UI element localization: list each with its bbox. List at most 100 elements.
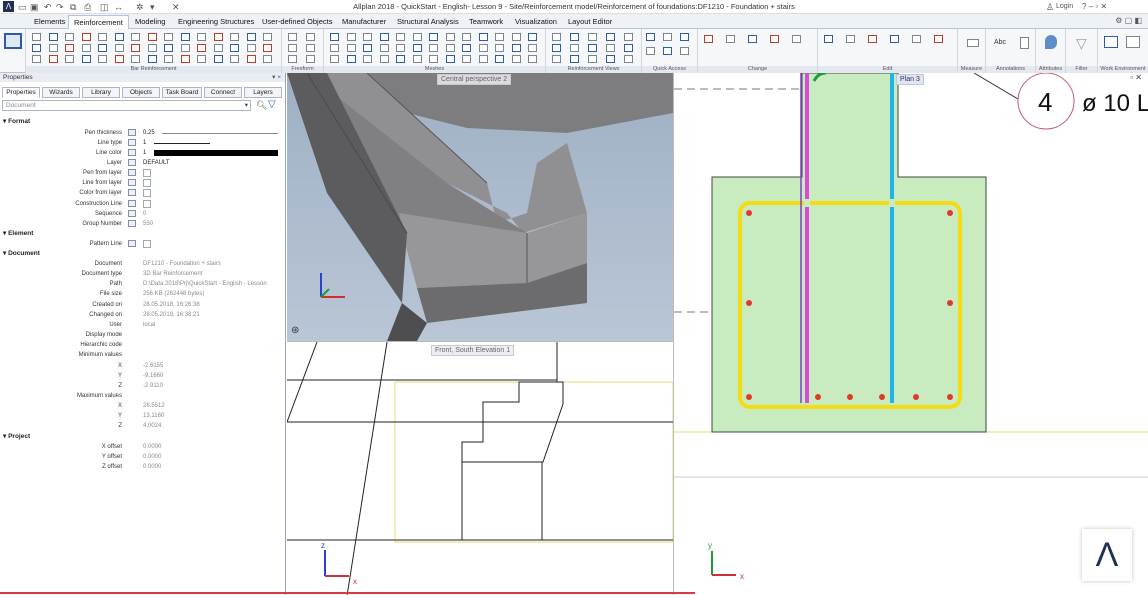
property-row[interactable]: Line color 1 [0, 148, 284, 158]
property-row[interactable]: Document type 3D Bar Reinforcement [0, 269, 284, 279]
tab-user-defined-objects[interactable]: User-defined Objects [257, 15, 337, 29]
property-row[interactable]: Layer DEFAULT [0, 158, 284, 168]
property-row[interactable]: Pattern Line [0, 239, 284, 249]
ribbon-tool-icon[interactable] [462, 33, 471, 41]
ribbon-tool-icon[interactable] [81, 44, 91, 52]
property-row[interactable]: User local [0, 320, 284, 330]
ribbon-tool-icon[interactable] [495, 44, 504, 52]
ribbon-tool-icon[interactable] [346, 33, 356, 41]
chevron-down-icon[interactable]: ▾ [245, 101, 248, 111]
ribbon-tool-icon[interactable] [770, 35, 779, 43]
tab-modeling[interactable]: Modeling [130, 15, 170, 29]
section-format[interactable]: ▾ Format [3, 117, 30, 125]
navigation-icon[interactable]: ⊛ [291, 325, 299, 336]
property-row[interactable]: Path D:\Data 2018\Prj\QuickStart - Englis… [0, 279, 284, 289]
rebar-dot[interactable] [947, 210, 953, 216]
ribbon-tool-icon[interactable] [213, 33, 223, 41]
property-value[interactable]: 0.25 [143, 128, 155, 138]
property-row[interactable]: Z -2.9110 [0, 381, 284, 391]
viewport-perspective[interactable]: Central perspective 2 ⊛ [287, 73, 673, 341]
ribbon-tool-icon[interactable] [230, 33, 239, 41]
property-icon[interactable] [128, 169, 136, 177]
ribbon-tool-icon[interactable] [346, 44, 356, 52]
panel-close-button[interactable]: ▾ × [272, 73, 281, 82]
property-value[interactable]: 0.0000 [143, 452, 161, 462]
ribbon-tool-icon[interactable] [147, 55, 157, 63]
ribbon-tool-icon[interactable] [792, 35, 801, 43]
ribbon-tool-icon[interactable] [197, 44, 206, 52]
ribbon-tool-icon[interactable] [552, 33, 561, 41]
ribbon-tool-icon[interactable] [624, 44, 633, 52]
ribbon-tool-icon[interactable] [412, 44, 422, 52]
tab-properties[interactable]: Properties [2, 87, 40, 98]
ribbon-tool-icon[interactable] [663, 47, 672, 55]
ribbon-tool-icon[interactable] [624, 33, 633, 41]
ribbon-tool-icon[interactable] [114, 55, 124, 63]
ribbon-tool-icon[interactable] [263, 33, 272, 41]
ribbon-tool-icon[interactable] [680, 33, 689, 41]
ribbon-tool-icon[interactable] [934, 35, 943, 43]
tab-layout-editor[interactable]: Layout Editor [563, 15, 617, 29]
property-icon[interactable] [128, 199, 136, 207]
property-row[interactable]: Hierarchic code [0, 340, 284, 350]
property-value[interactable]: 550 [143, 219, 153, 229]
ribbon-tool-icon[interactable] [306, 55, 315, 63]
ribbon-tool-icon[interactable] [32, 55, 41, 63]
rebar-dot[interactable] [847, 394, 853, 400]
ribbon-tool-icon[interactable] [462, 44, 471, 52]
ribbon-tool-icon[interactable] [552, 44, 561, 52]
property-icon[interactable] [128, 240, 136, 247]
property-row[interactable]: Color from layer [0, 188, 284, 198]
checkbox[interactable] [143, 189, 151, 198]
ribbon-tool-icon[interactable] [726, 35, 735, 43]
tab-wizards[interactable]: Wizards [42, 87, 80, 98]
property-value[interactable]: 1 [143, 148, 146, 158]
property-row[interactable]: X -2.6155 [0, 361, 284, 371]
ribbon-tool-icon[interactable] [890, 35, 899, 43]
tab-library[interactable]: Library [82, 87, 120, 98]
property-icon[interactable] [128, 148, 136, 156]
ribbon-tool-icon[interactable] [197, 55, 206, 63]
property-icon[interactable] [128, 138, 136, 146]
ribbon-tool-icon[interactable] [288, 44, 297, 52]
ribbon-tool-icon[interactable] [213, 44, 223, 52]
tab-connect[interactable]: Connect [204, 87, 242, 98]
ribbon-tool-icon[interactable] [363, 44, 372, 52]
property-row[interactable]: Display mode [0, 330, 284, 340]
ribbon-tool-icon[interactable] [213, 55, 223, 63]
property-row[interactable]: Document DF1210 - Foundation + stairs [0, 259, 284, 269]
ribbon-tool-icon[interactable] [379, 44, 389, 52]
property-value[interactable]: 26.5512 [143, 401, 165, 411]
property-icon[interactable] [128, 158, 136, 166]
checkbox[interactable] [143, 179, 151, 188]
line-color-swatch[interactable] [154, 149, 278, 156]
ribbon-tool-icon[interactable] [606, 33, 615, 41]
tab-reinforcement[interactable]: Reinforcement [68, 15, 129, 29]
ribbon-tool-icon[interactable] [570, 44, 579, 52]
rebar-dot[interactable] [746, 210, 752, 216]
property-row[interactable]: Changed on 28.05.2018, 16:38:21 [0, 310, 284, 320]
ribbon-tool-icon[interactable] [429, 33, 438, 41]
ribbon-tool-icon[interactable] [230, 44, 239, 52]
property-value[interactable]: DF1210 - Foundation + stairs [143, 259, 221, 269]
property-icon[interactable] [128, 179, 136, 187]
ribbon-tool-icon[interactable] [429, 55, 438, 63]
ribbon-tool-icon[interactable] [606, 55, 615, 63]
login-button[interactable]: Login [1056, 1, 1073, 13]
property-row[interactable]: Line from layer [0, 178, 284, 188]
filter-icon[interactable]: ▽ [268, 99, 276, 110]
ribbon-tool-icon[interactable] [330, 55, 339, 63]
ribbon-tool-icon[interactable] [511, 33, 521, 41]
property-value[interactable]: 0.0000 [143, 462, 161, 472]
annotation-label-icon[interactable]: Abc [994, 39, 1006, 46]
ribbon-tool-icon[interactable] [131, 33, 140, 41]
property-icon[interactable] [128, 219, 136, 227]
property-value[interactable]: -2.9110 [143, 381, 163, 391]
document-selector[interactable]: Document ▾ [2, 100, 251, 111]
ribbon-tool-icon[interactable] [48, 44, 58, 52]
property-value[interactable]: D:\Data 2018\Prj\QuickStart - English - … [143, 279, 267, 289]
property-value[interactable]: 28.05.2018, 16:38:21 [143, 310, 200, 320]
ribbon-tool-icon[interactable] [288, 33, 297, 41]
property-row[interactable]: Y offset 0.0000 [0, 452, 284, 462]
ribbon-tool-icon[interactable] [306, 44, 315, 52]
